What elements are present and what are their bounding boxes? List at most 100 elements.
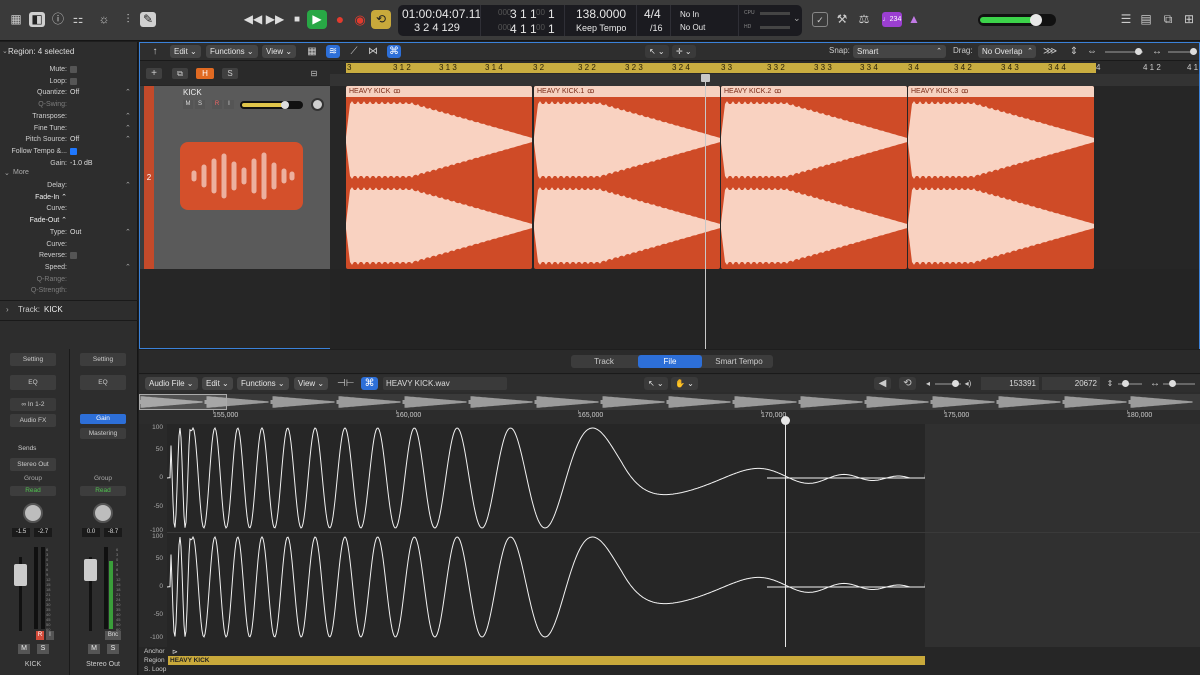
input-monitor-button[interactable]: I [46,631,54,640]
view-menu[interactable]: View ⌄ [262,45,297,58]
automation-icon[interactable]: ⟋ [347,45,361,58]
eq-button[interactable]: EQ [10,375,56,390]
metronome-badge[interactable]: ♩234 [882,12,902,27]
rewind-icon[interactable]: ◀◀ [243,10,263,29]
loop-browser-icon[interactable]: ⧉ [1160,12,1176,27]
pointer-tool[interactable]: ↖ ⌄ [645,45,669,58]
solo-button[interactable]: S [107,644,119,654]
inspector-row[interactable]: Curve: [0,239,138,250]
more-label[interactable]: More [13,169,29,176]
mute-button[interactable]: M [18,644,30,654]
checkbox[interactable] [70,66,77,73]
inspector-row[interactable]: Curve: [0,203,138,214]
inspector-row[interactable]: Mute: [0,64,138,75]
playhead[interactable] [705,74,706,349]
file-view-menu[interactable]: View ⌄ [294,377,329,390]
playhead-handle[interactable] [701,74,710,82]
region-bar[interactable]: HEAVY KICK [168,656,925,665]
group-label[interactable]: Group [10,475,56,482]
browser-icon[interactable]: ⊞ [1181,12,1197,27]
horizontal-zoom-icon[interactable]: ⇔ [1085,45,1099,58]
balance-knob[interactable] [93,503,113,523]
list-editors-icon[interactable]: ✓ [812,12,828,27]
play-icon[interactable]: ▶ [307,10,327,29]
inspector-row[interactable]: Fade-Out ⌃ [0,215,138,226]
stepper-icon[interactable]: ⌃ [125,262,131,273]
eq-button[interactable]: EQ [80,375,126,390]
slider-knob[interactable] [952,380,959,387]
vertical-zoom-icon[interactable]: ⇕ [1105,377,1115,390]
drag-select[interactable]: No Overlap ⌃ [978,45,1036,58]
solo-button[interactable]: S [37,644,49,654]
tuner-icon[interactable]: ⚒ [834,12,850,27]
slider-knob[interactable] [1135,48,1142,55]
inspector-row[interactable]: Delay: ⌃ [0,180,138,191]
track-record-button[interactable]: R [212,100,222,109]
file-hand-tool[interactable]: ✋ ⌄ [671,377,698,390]
mute-button[interactable]: M [88,644,100,654]
tab-file[interactable]: File [638,355,702,368]
add-track-icon[interactable]: + [146,68,162,79]
stepper-icon[interactable]: ⌃ [125,111,131,122]
inspector-row-value[interactable]: Out [70,227,81,238]
waveform-zoom-icon[interactable]: ⋙ [1043,45,1057,58]
gain-plugin-button[interactable]: Gain [80,414,126,424]
file-functions-menu[interactable]: Functions ⌄ [237,377,289,390]
stop-icon[interactable]: ■ [287,10,307,29]
sample-length-field[interactable]: 20672 [1042,377,1100,390]
hide-button[interactable]: H [196,68,214,79]
checkbox[interactable] [70,77,77,85]
flex-icon[interactable]: ≋ [326,45,340,58]
stepper-icon[interactable]: ⌃ [125,123,131,134]
slider-knob[interactable] [1169,380,1176,387]
inspector-row[interactable]: Pitch Source: Off ⌃ [0,134,138,145]
track-name[interactable]: KICK [183,88,202,97]
audio-region[interactable]: HEAVY KICK.3 ꝏ [908,86,1094,269]
stepper-icon[interactable]: ⌃ [125,87,131,98]
audio-fx-button[interactable]: Audio FX [10,414,56,427]
inspector-row[interactable]: Type: Out ⌃ [0,227,138,238]
cycle-icon[interactable]: ⟲ [371,10,391,29]
chevron-down-icon[interactable]: ⌄ [793,13,801,24]
inspector-row[interactable]: Q-Swing: [0,99,138,110]
snap-select[interactable]: Smart ⌃ [853,45,946,58]
track-volume-slider[interactable] [240,101,303,109]
file-overview[interactable] [138,394,1200,410]
track-solo-button[interactable]: S [195,100,205,109]
track-pan-knob[interactable] [311,98,324,111]
region-header[interactable]: HEAVY KICK.2 ꝏ [721,86,907,97]
grid-icon[interactable]: ▦ [305,45,319,58]
note-pad-icon[interactable]: ▤ [1138,12,1154,27]
snap-alignment-icon[interactable]: ⌘ [387,45,401,58]
inspector-row[interactable]: Quantize: Off ⌃ [0,87,138,98]
inspector-row-value[interactable]: -1.0 dB [70,158,93,169]
region-header[interactable]: HEAVY KICK.1 ꝏ [534,86,720,97]
sample-position-field[interactable]: 153391 [981,377,1039,390]
setting-button[interactable]: Setting [80,353,126,366]
group-label[interactable]: Group [80,475,126,482]
audio-file-menu[interactable]: Audio File ⌄ [145,377,198,390]
zoom-width-icon[interactable]: ↔ [1150,45,1164,58]
inspector-row[interactable]: Speed: ⌃ [0,262,138,273]
volume-fader[interactable] [14,564,27,586]
slider-knob[interactable] [1190,48,1197,55]
stepper-icon[interactable]: ⌃ [125,180,131,191]
disclosure-open-icon[interactable]: ⌄ [2,47,8,55]
region-header[interactable]: HEAVY KICK ꝏ [346,86,532,97]
inspector-row[interactable]: Fade-In ⌃ [0,192,138,203]
inspector-row[interactable]: Q-Range: [0,274,138,285]
metronome-icon[interactable]: ▲ [906,12,922,27]
volume-fader[interactable] [84,559,97,581]
file-playhead[interactable] [785,420,786,675]
tab-smart-tempo[interactable]: Smart Tempo [705,355,773,368]
functions-menu[interactable]: Functions ⌄ [206,45,258,58]
file-playhead-handle[interactable] [781,416,790,425]
vertical-zoom-icon[interactable]: ⇕ [1067,45,1081,58]
track-mute-button[interactable]: M [183,100,193,109]
track-input-monitor-button[interactable]: I [224,100,234,109]
stepper-icon[interactable]: ⌃ [125,134,131,145]
region-header[interactable]: Region: 4 selected [8,47,74,56]
file-edit-menu[interactable]: Edit ⌄ [202,377,233,390]
inspector-row[interactable]: Reverse: [0,250,138,261]
region-header[interactable]: HEAVY KICK.3 ꝏ [908,86,1094,97]
